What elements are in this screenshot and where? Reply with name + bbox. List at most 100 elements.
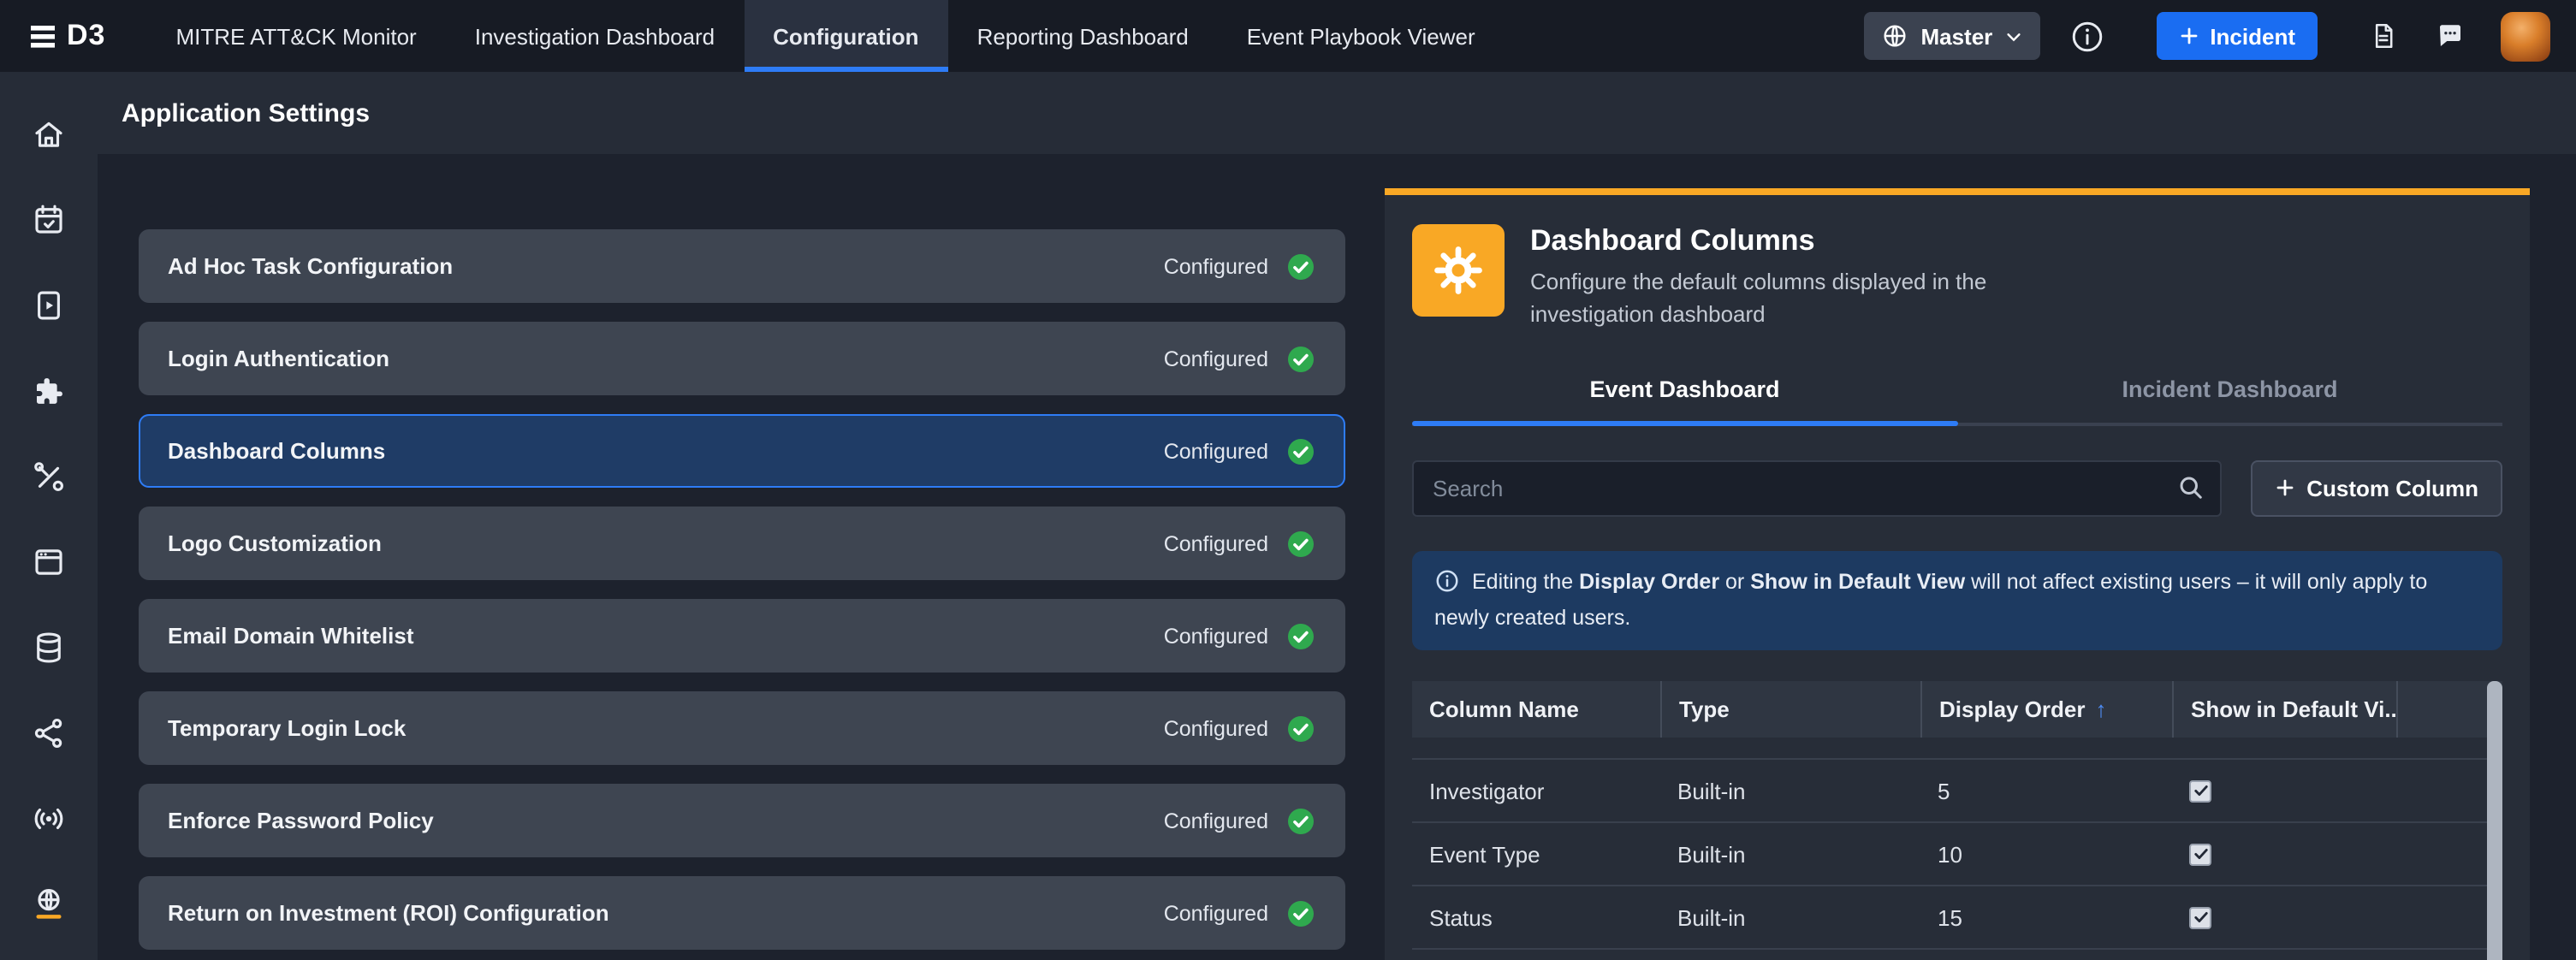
info-icon: [2069, 18, 2105, 54]
database-icon: [31, 629, 67, 665]
check-icon: [2192, 845, 2209, 862]
setting-label: Login Authentication: [168, 346, 389, 371]
tab-event-dashboard[interactable]: Event Dashboard: [1412, 376, 1957, 422]
new-incident-button[interactable]: Incident: [2157, 12, 2318, 60]
chat-button[interactable]: [2434, 21, 2466, 51]
column-header-type[interactable]: Type: [1660, 681, 1920, 738]
nav-reporting-dashboard[interactable]: Reporting Dashboard: [948, 0, 1218, 72]
gear-icon: [1433, 245, 1484, 296]
rail-item-home[interactable]: [0, 91, 98, 176]
search-input[interactable]: [1412, 459, 2221, 516]
configured-check-icon: [1285, 898, 1316, 928]
detail-header-text: Dashboard Columns Configure the default …: [1530, 224, 2104, 331]
banner-seg1: Editing the: [1472, 569, 1579, 593]
broadcast-icon: [31, 800, 67, 836]
panel-accent-bar: [1385, 188, 2530, 195]
plus-icon: [2179, 26, 2199, 46]
d3-logo[interactable]: D3: [31, 19, 105, 53]
rail-item-data[interactable]: [0, 604, 98, 690]
rail-item-playbook[interactable]: [0, 262, 98, 347]
banner-seg2: or: [1719, 569, 1750, 593]
cell-display-order: 10: [1920, 841, 2172, 867]
setting-logo-customization[interactable]: Logo Customization Configured: [139, 507, 1345, 580]
setting-dashboard-columns[interactable]: Dashboard Columns Configured: [139, 414, 1345, 488]
setting-icon-box: [1412, 224, 1505, 317]
setting-label: Return on Investment (ROI) Configuration: [168, 900, 609, 926]
check-icon: [2192, 782, 2209, 799]
main-area: Application Settings Ad Hoc Task Configu…: [98, 72, 2576, 960]
table-row-partial: [1412, 738, 2502, 760]
globe-icon: [1881, 22, 1908, 50]
master-dropdown[interactable]: Master: [1864, 12, 2040, 60]
nav-investigation-dashboard[interactable]: Investigation Dashboard: [446, 0, 744, 72]
configured-check-icon: [1285, 436, 1316, 466]
document-icon: [2369, 21, 2398, 51]
column-header-show-in-default-view[interactable]: Show in Default Vi...: [2172, 681, 2396, 738]
page-title: Application Settings: [122, 98, 370, 127]
nav-mitre-attack-monitor[interactable]: MITRE ATT&CK Monitor: [146, 0, 445, 72]
plus-icon: [2274, 477, 2294, 498]
configured-check-icon: [1285, 251, 1316, 281]
setting-label: Ad Hoc Task Configuration: [168, 253, 453, 279]
table-row[interactable]: Status Built-in 15: [1412, 886, 2502, 950]
table-row[interactable]: Investigator Built-in 5: [1412, 760, 2502, 823]
status-text: Configured: [1164, 439, 1268, 463]
rail-item-integrations[interactable]: [0, 347, 98, 433]
rail-item-window[interactable]: [0, 519, 98, 604]
setting-label: Temporary Login Lock: [168, 715, 406, 741]
column-header-display-order[interactable]: Display Order↑: [1920, 681, 2172, 738]
topbar: D3 MITRE ATT&CK Monitor Investigation Da…: [0, 0, 2576, 72]
rail-item-calendar[interactable]: [0, 176, 98, 262]
rail-item-utilities[interactable]: [0, 433, 98, 519]
status-text: Configured: [1164, 347, 1268, 370]
table-scrollbar[interactable]: [2487, 681, 2502, 960]
show-in-default-view-checkbox[interactable]: [2189, 906, 2211, 928]
configured-check-icon: [1285, 713, 1316, 744]
setting-ad-hoc-task-configuration[interactable]: Ad Hoc Task Configuration Configured: [139, 229, 1345, 303]
chat-icon: [2434, 21, 2466, 51]
configured-check-icon: [1285, 343, 1316, 374]
rail-item-connections[interactable]: [0, 690, 98, 775]
info-button[interactable]: [2069, 18, 2105, 54]
main-nav: MITRE ATT&CK Monitor Investigation Dashb…: [146, 0, 1504, 72]
panel-body: Dashboard Columns Configure the default …: [1385, 195, 2530, 960]
document-button[interactable]: [2369, 21, 2398, 51]
custom-column-label: Custom Column: [2306, 475, 2478, 501]
setting-roi-configuration[interactable]: Return on Investment (ROI) Configuration…: [139, 876, 1345, 950]
app: D3 MITRE ATT&CK Monitor Investigation Da…: [0, 0, 2576, 960]
banner-bold1: Display Order: [1579, 569, 1719, 593]
setting-email-domain-whitelist[interactable]: Email Domain Whitelist Configured: [139, 599, 1345, 673]
table-header: Column Name Type Display Order↑ Show in …: [1412, 681, 2502, 738]
setting-label: Email Domain Whitelist: [168, 623, 414, 649]
custom-column-button[interactable]: Custom Column: [2250, 459, 2502, 516]
show-in-default-view-checkbox[interactable]: [2189, 843, 2211, 865]
columns-table: Column Name Type Display Order↑ Show in …: [1412, 681, 2502, 950]
setting-temporary-login-lock[interactable]: Temporary Login Lock Configured: [139, 691, 1345, 765]
content: Ad Hoc Task Configuration Configured Log…: [98, 154, 2576, 960]
rail-item-globe[interactable]: [0, 861, 98, 946]
rail-item-broadcast[interactable]: [0, 775, 98, 861]
cell-type: Built-in: [1660, 841, 1920, 867]
setting-enforce-password-policy[interactable]: Enforce Password Policy Configured: [139, 784, 1345, 857]
info-banner: Editing the Display Order or Show in Def…: [1412, 550, 2502, 650]
active-tab-indicator: [1412, 420, 1957, 425]
user-avatar[interactable]: [2501, 11, 2550, 61]
table-row[interactable]: Event Type Built-in 10: [1412, 823, 2502, 886]
settings-list: Ad Hoc Task Configuration Configured Log…: [139, 154, 1345, 960]
detail-header: Dashboard Columns Configure the default …: [1412, 195, 2502, 331]
incident-label: Incident: [2210, 23, 2295, 49]
setting-login-authentication[interactable]: Login Authentication Configured: [139, 322, 1345, 395]
setting-label: Logo Customization: [168, 530, 382, 556]
cell-column-name: Event Type: [1412, 841, 1660, 867]
nav-event-playbook-viewer[interactable]: Event Playbook Viewer: [1218, 0, 1505, 72]
banner-bold2: Show in Default View: [1750, 569, 1965, 593]
report-play-icon: [31, 287, 67, 323]
column-header-name[interactable]: Column Name: [1412, 681, 1660, 738]
cell-display-order: 15: [1920, 904, 2172, 930]
nav-configuration[interactable]: Configuration: [744, 0, 947, 72]
search-wrap: [1412, 459, 2221, 516]
topbar-right: Master Incident: [1864, 11, 2550, 61]
show-in-default-view-checkbox[interactable]: [2189, 779, 2211, 802]
tab-incident-dashboard[interactable]: Incident Dashboard: [1957, 376, 2502, 422]
body: Application Settings Ad Hoc Task Configu…: [0, 72, 2576, 960]
